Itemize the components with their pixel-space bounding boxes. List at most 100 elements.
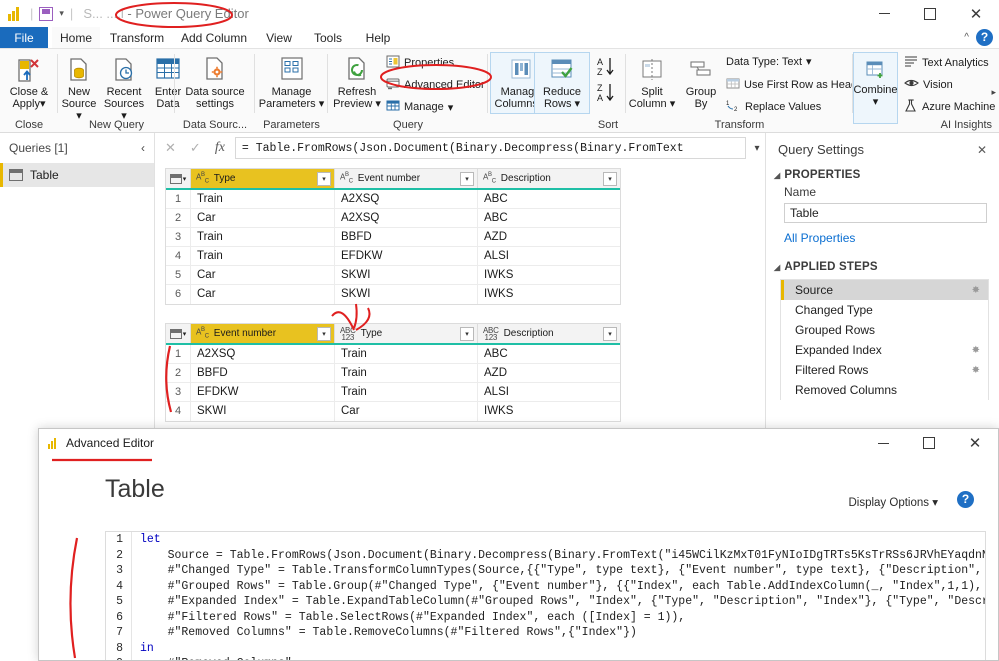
cell-type[interactable]: Car: [191, 209, 335, 227]
cell-event-number[interactable]: SKWI: [191, 402, 335, 421]
grid-top-filter-type[interactable]: ▾: [317, 172, 331, 186]
cell-description[interactable]: AZD: [478, 364, 620, 382]
cell-type[interactable]: Car: [191, 266, 335, 284]
refresh-preview-caret-icon[interactable]: ▾: [375, 98, 381, 110]
grid-bottom-column-description[interactable]: ABC 123 Description ▾: [478, 324, 620, 343]
query-list-item-table[interactable]: Table: [0, 163, 154, 187]
query-settings-close-icon[interactable]: ✕: [977, 143, 987, 157]
cell-type[interactable]: Car: [335, 402, 478, 421]
properties-button[interactable]: Properties: [386, 55, 454, 71]
tab-help[interactable]: Help: [356, 27, 400, 49]
applied-step-changed-type[interactable]: Changed Type: [781, 300, 988, 320]
cell-description[interactable]: ABC: [478, 190, 620, 208]
table-row[interactable]: 4 SKWI Car IWKS: [166, 402, 620, 421]
cell-type[interactable]: Train: [191, 190, 335, 208]
manage-caret-icon[interactable]: ▾: [448, 101, 454, 114]
cell-description[interactable]: IWKS: [478, 266, 620, 284]
cell-description[interactable]: IWKS: [478, 402, 620, 421]
sort-ascending-button[interactable]: A Z: [596, 56, 620, 81]
grid-bottom-filter-description[interactable]: ▾: [603, 327, 617, 341]
formula-accept-icon[interactable]: ✓: [190, 140, 201, 156]
gear-icon[interactable]: ✸: [972, 285, 980, 296]
cell-event-number[interactable]: BBFD: [191, 364, 335, 382]
quick-access-caret-icon[interactable]: ▾: [59, 8, 64, 19]
cell-type[interactable]: Train: [335, 383, 478, 401]
text-analytics-button[interactable]: Text Analytics: [904, 55, 989, 70]
data-type-dropdown[interactable]: Data Type: Text ▾: [726, 55, 812, 69]
maximize-button[interactable]: [907, 0, 953, 27]
gear-icon[interactable]: ✸: [972, 345, 980, 356]
applied-step-removed-columns[interactable]: Removed Columns: [781, 380, 988, 400]
properties-section-header[interactable]: ◢ PROPERTIES: [766, 163, 999, 183]
close-button[interactable]: ✕: [953, 0, 999, 27]
vision-button[interactable]: Vision: [904, 77, 953, 92]
applied-step-filtered-rows[interactable]: Filtered Rows ✸: [781, 360, 988, 380]
cell-description[interactable]: AZD: [478, 228, 620, 246]
table-row[interactable]: 2 BBFD Train AZD: [166, 364, 620, 383]
grid-top-column-type[interactable]: ABC Type ▾: [191, 169, 335, 188]
cell-type[interactable]: Car: [191, 285, 335, 304]
grid-bottom-select-all[interactable]: ▾: [166, 324, 191, 343]
advanced-editor-button[interactable]: Advanced Editor: [386, 77, 485, 93]
table-row[interactable]: 4 Train EFDKW ALSI: [166, 247, 620, 266]
cell-type[interactable]: Train: [191, 228, 335, 246]
tab-add-column[interactable]: Add Column: [174, 27, 254, 49]
table-row[interactable]: 2 Car A2XSQ ABC: [166, 209, 620, 228]
data-type-caret-icon[interactable]: ▾: [806, 55, 812, 68]
table-row[interactable]: 1 Train A2XSQ ABC: [166, 190, 620, 209]
table-row[interactable]: 3 Train BBFD AZD: [166, 228, 620, 247]
advanced-editor-help-icon[interactable]: ?: [957, 491, 974, 508]
cell-event-number[interactable]: EFDKW: [191, 383, 335, 401]
table-row[interactable]: 3 EFDKW Train ALSI: [166, 383, 620, 402]
grid-top-filter-description[interactable]: ▾: [603, 172, 617, 186]
grid-top-column-event-number[interactable]: ABC Event number ▾: [335, 169, 478, 188]
cell-description[interactable]: ALSI: [478, 383, 620, 401]
sort-descending-button[interactable]: Z A: [596, 82, 620, 107]
cell-event-number[interactable]: SKWI: [335, 285, 478, 304]
manage-button[interactable]: Manage ▾: [386, 99, 453, 115]
table-row[interactable]: 1 A2XSQ Train ABC: [166, 345, 620, 364]
applied-steps-section-header[interactable]: ◢ APPLIED STEPS: [766, 247, 999, 275]
grid-top-select-all[interactable]: ▾: [166, 169, 191, 188]
tab-tools[interactable]: Tools: [304, 27, 352, 49]
table-row[interactable]: 5 Car SKWI IWKS: [166, 266, 620, 285]
manage-parameters-caret-icon[interactable]: ▾: [319, 98, 325, 110]
tab-home[interactable]: Home: [52, 27, 100, 49]
ribbon-collapse-icon[interactable]: ^: [964, 32, 969, 43]
cell-type[interactable]: Train: [335, 364, 478, 382]
applied-step-expanded-index[interactable]: Expanded Index ✸: [781, 340, 988, 360]
display-options-dropdown[interactable]: Display Options ▾: [848, 495, 938, 509]
formula-fx-icon[interactable]: fx: [215, 140, 225, 156]
ae-maximize-button[interactable]: [906, 429, 952, 457]
tab-file[interactable]: File: [0, 27, 48, 49]
table-row[interactable]: 6 Car SKWI IWKS: [166, 285, 620, 304]
queries-collapse-icon[interactable]: ‹: [141, 141, 145, 155]
cell-type[interactable]: Train: [335, 345, 478, 363]
cell-description[interactable]: ALSI: [478, 247, 620, 265]
split-column-caret-icon[interactable]: ▾: [670, 98, 676, 110]
cell-event-number[interactable]: SKWI: [335, 266, 478, 284]
minimize-button[interactable]: [861, 0, 907, 27]
close-apply-caret-icon[interactable]: ▾: [40, 98, 46, 110]
cell-event-number[interactable]: A2XSQ: [335, 209, 478, 227]
cell-description[interactable]: ABC: [478, 345, 620, 363]
all-properties-link[interactable]: All Properties: [766, 223, 999, 247]
cell-description[interactable]: IWKS: [478, 285, 620, 304]
m-code-editor[interactable]: 1 let 2 Source = Table.FromRows(Json.Docu…: [105, 531, 986, 660]
combine-caret-icon[interactable]: ▾: [873, 96, 879, 108]
help-icon[interactable]: ?: [976, 29, 993, 46]
formula-input[interactable]: = Table.FromRows(Json.Document(Binary.De…: [234, 137, 746, 159]
cell-event-number[interactable]: BBFD: [335, 228, 478, 246]
tab-transform[interactable]: Transform: [104, 27, 170, 49]
grid-bottom-column-type[interactable]: ABC 123 Type ▾: [335, 324, 478, 343]
ae-close-button[interactable]: ✕: [952, 429, 998, 457]
applied-step-grouped-rows[interactable]: Grouped Rows: [781, 320, 988, 340]
cell-event-number[interactable]: A2XSQ: [191, 345, 335, 363]
grid-bottom-column-event-number[interactable]: ABC Event number ▾: [191, 324, 335, 343]
grid-bottom-filter-event-number[interactable]: ▾: [317, 327, 331, 341]
grid-top-column-description[interactable]: ABC Description ▾: [478, 169, 620, 188]
ribbon-overflow-icon[interactable]: ▸: [991, 87, 996, 98]
tab-view[interactable]: View: [258, 27, 300, 49]
cell-event-number[interactable]: EFDKW: [335, 247, 478, 265]
ae-minimize-button[interactable]: [860, 429, 906, 457]
